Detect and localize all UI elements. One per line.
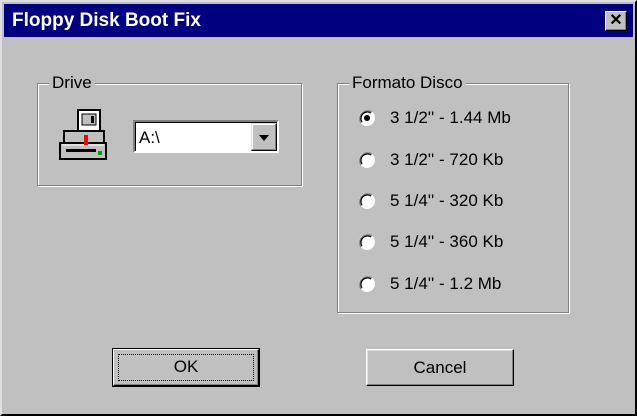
chevron-down-icon[interactable] [251,123,277,151]
format-option-label: 5 1/4'' - 320 Kb [390,191,504,210]
drive-select[interactable]: A:\ [133,120,279,153]
dialog-window: Floppy Disk Boot Fix ✕ Drive A:\ Formato… [0,0,637,416]
ok-button-label: OK [173,357,199,376]
radio-unchecked-icon[interactable] [358,192,376,210]
drive-group-label: Drive [49,73,95,93]
format-option-label: 5 1/4'' - 360 Kb [390,232,504,251]
radio-unchecked-icon[interactable] [358,151,376,169]
ok-button[interactable]: OK [112,348,260,387]
format-group-label: Formato Disco [349,73,466,93]
format-option-label: 3 1/2'' - 720 Kb [390,150,504,169]
drive-select-value: A:\ [139,128,160,147]
window-title: Floppy Disk Boot Fix [12,10,201,31]
cancel-button[interactable]: Cancel [366,349,514,386]
radio-unchecked-icon[interactable] [358,275,376,293]
floppy-drive-icon [59,109,107,160]
title-bar[interactable]: Floppy Disk Boot Fix ✕ [4,4,633,37]
format-option-label: 3 1/2'' - 1.44 Mb [390,108,511,127]
radio-unchecked-icon[interactable] [358,233,376,251]
radio-checked-icon[interactable] [358,109,376,127]
close-icon: ✕ [609,12,623,29]
format-option-label: 5 1/4'' - 1.2 Mb [390,274,502,293]
drive-groupbox: Drive A:\ [37,73,302,186]
close-button[interactable]: ✕ [605,11,627,31]
format-groupbox: Formato Disco 3 1/2'' - 1.44 Mb 3 1/2'' … [337,73,569,313]
